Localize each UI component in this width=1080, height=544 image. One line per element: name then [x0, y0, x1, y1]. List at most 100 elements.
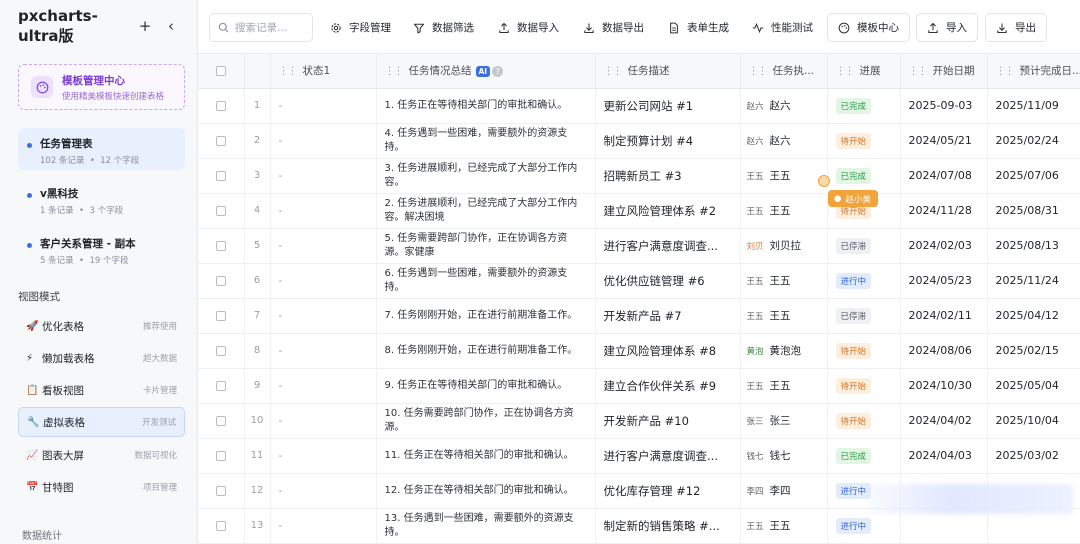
summary-cell[interactable]: 3. 任务进展顺利，已经完成了大部分工作内容。: [376, 158, 596, 194]
row-select-cell[interactable]: [198, 473, 245, 509]
row-checkbox[interactable]: [215, 205, 226, 216]
column-header-due[interactable]: ⋮⋮ 预计完成日...: [987, 54, 1080, 89]
owner-cell[interactable]: 王五 王五: [740, 158, 828, 194]
summary-cell[interactable]: 8. 任务刚刚开始，正在进行前期准备工作。: [376, 333, 596, 369]
start-date-cell[interactable]: 2025-09-03: [900, 88, 988, 124]
column-header-owner[interactable]: ⋮⋮ 任务执...: [740, 54, 828, 89]
drag-handle-icon[interactable]: ⋮⋮: [996, 66, 1015, 77]
due-date-cell[interactable]: 2025/05/04: [987, 368, 1080, 404]
due-date-cell[interactable]: 2025/10/04: [987, 403, 1080, 439]
table-row[interactable]: 5-5. 任务需要跨部门协作，正在协调各方资源。家健康 进行客户满意度调查... 刘…: [198, 228, 1080, 264]
row-checkbox[interactable]: [215, 275, 226, 286]
data-export-button[interactable]: 数据导出: [577, 13, 650, 42]
due-date-cell[interactable]: 2025/02/15: [987, 333, 1080, 369]
owner-cell[interactable]: 赵六 赵六: [740, 123, 828, 159]
table-row[interactable]: 9-9. 任务正在等待相关部门的审批和确认。 建立合作伙伴关系 #9 王五 王五 待开始…: [198, 368, 1080, 404]
row-select-cell[interactable]: [198, 298, 245, 334]
owner-cell[interactable]: 王五 王五: [740, 263, 828, 299]
status-cell[interactable]: -: [270, 438, 377, 474]
summary-cell[interactable]: 2. 任务进展顺利，已经完成了大部分工作内容。解决困境: [376, 193, 596, 229]
owner-cell[interactable]: 黄泡 黄泡泡: [740, 333, 828, 369]
owner-cell[interactable]: 王五 王五: [740, 508, 828, 544]
status-cell[interactable]: -: [270, 473, 377, 509]
status-cell[interactable]: -: [270, 368, 377, 404]
start-date-cell[interactable]: 2024/04/03: [900, 438, 988, 474]
start-date-cell[interactable]: 2024/05/23: [900, 263, 988, 299]
sidebar-table-crm-copy[interactable]: 客户关系管理 - 副本 5 条记录 • 19 个字段: [18, 228, 185, 270]
row-checkbox[interactable]: [215, 415, 226, 426]
owner-cell[interactable]: 钱七 钱七: [740, 438, 828, 474]
row-checkbox[interactable]: [215, 485, 226, 496]
import-button[interactable]: 导入: [916, 13, 978, 42]
field-management-button[interactable]: 字段管理: [324, 13, 397, 42]
desc-cell[interactable]: 制定预算计划 #4: [595, 123, 741, 159]
desc-cell[interactable]: 开发新产品 #7: [595, 298, 741, 334]
sidebar-table-black-tech[interactable]: v黑科技 1 条记录 • 3 个字段: [18, 178, 185, 220]
due-date-cell[interactable]: 2025/04/12: [987, 298, 1080, 334]
help-icon[interactable]: ?: [492, 65, 504, 77]
status-cell[interactable]: -: [270, 508, 377, 544]
status-cell[interactable]: -: [270, 158, 377, 194]
progress-cell[interactable]: 已完成: [827, 158, 901, 194]
row-checkbox[interactable]: [215, 170, 226, 181]
column-header-progress[interactable]: ⋮⋮ 进展: [827, 54, 901, 89]
summary-cell[interactable]: 9. 任务正在等待相关部门的审批和确认。: [376, 368, 596, 404]
search-box[interactable]: [209, 13, 313, 42]
start-date-cell[interactable]: 2024/02/03: [900, 228, 988, 264]
row-checkbox[interactable]: [215, 240, 226, 251]
status-cell[interactable]: -: [270, 298, 377, 334]
progress-cell[interactable]: 进行中: [827, 263, 901, 299]
drag-handle-icon[interactable]: ⋮⋮: [279, 66, 298, 77]
start-date-cell[interactable]: 2024/05/21: [900, 123, 988, 159]
drag-handle-icon[interactable]: ⋮⋮: [749, 66, 768, 77]
desc-cell[interactable]: 招聘新员工 #3: [595, 158, 741, 194]
owner-cell[interactable]: 王五 王五: [740, 298, 828, 334]
status-cell[interactable]: -: [270, 88, 377, 124]
status-cell[interactable]: -: [270, 123, 377, 159]
desc-cell[interactable]: 优化供应链管理 #6: [595, 263, 741, 299]
summary-cell[interactable]: 1. 任务正在等待相关部门的审批和确认。: [376, 88, 596, 124]
table-row[interactable]: 11-11. 任务正在等待相关部门的审批和确认。 进行客户满意度调查... 钱七 钱七…: [198, 438, 1080, 474]
desc-cell[interactable]: 建立合作伙伴关系 #9: [595, 368, 741, 404]
column-header-summary[interactable]: ⋮⋮ 任务情况总结 AI?: [376, 54, 596, 89]
table-row[interactable]: 6-6. 任务遇到一些困难，需要额外的资源支持。 优化供应链管理 #6 王五 王五 进行…: [198, 263, 1080, 299]
summary-cell[interactable]: 6. 任务遇到一些困难，需要额外的资源支持。: [376, 263, 596, 299]
table-row[interactable]: 7-7. 任务刚刚开始，正在进行前期准备工作。 开发新产品 #7 王五 王五 已停滞 20…: [198, 298, 1080, 334]
row-select-cell[interactable]: [198, 228, 245, 264]
row-select-cell[interactable]: [198, 123, 245, 159]
desc-cell[interactable]: 进行客户满意度调查...: [595, 228, 741, 264]
due-date-cell[interactable]: 2025/11/24: [987, 263, 1080, 299]
row-select-cell[interactable]: [198, 263, 245, 299]
view-lazy-table[interactable]: ⚡ 懒加载表格 超大数据: [18, 343, 185, 373]
view-optimized-table[interactable]: 🚀 优化表格 推荐使用: [18, 311, 185, 341]
progress-cell[interactable]: 待开始: [827, 123, 901, 159]
table-row[interactable]: 8-8. 任务刚刚开始，正在进行前期准备工作。 建立风险管理体系 #8 黄泡 黄泡泡待…: [198, 333, 1080, 369]
owner-cell[interactable]: 王五 王五: [740, 368, 828, 404]
owner-cell[interactable]: 王五 王五: [740, 193, 828, 229]
due-date-cell[interactable]: 2025/08/31: [987, 193, 1080, 229]
desc-cell[interactable]: 建立风险管理体系 #2: [595, 193, 741, 229]
start-date-cell[interactable]: 2024/04/02: [900, 403, 988, 439]
owner-cell[interactable]: 张三 张三: [740, 403, 828, 439]
desc-cell[interactable]: 进行客户满意度调查...: [595, 438, 741, 474]
desc-cell[interactable]: 优化库存管理 #12: [595, 473, 741, 509]
owner-cell[interactable]: 赵六 赵六: [740, 88, 828, 124]
export-button[interactable]: 导出: [985, 13, 1047, 42]
template-center-button[interactable]: 模板中心: [827, 13, 910, 42]
summary-cell[interactable]: 4. 任务遇到一些困难，需要额外的资源支持。: [376, 123, 596, 159]
row-select-cell[interactable]: [198, 438, 245, 474]
column-header-start[interactable]: ⋮⋮ 开始日期: [900, 54, 988, 89]
row-checkbox[interactable]: [215, 450, 226, 461]
summary-cell[interactable]: 5. 任务需要跨部门协作，正在协调各方资源。家健康: [376, 228, 596, 264]
row-checkbox[interactable]: [215, 520, 226, 531]
summary-cell[interactable]: 11. 任务正在等待相关部门的审批和确认。: [376, 438, 596, 474]
start-date-cell[interactable]: 2024/10/30: [900, 368, 988, 404]
progress-cell[interactable]: 待开始: [827, 333, 901, 369]
summary-cell[interactable]: 12. 任务正在等待相关部门的审批和确认。: [376, 473, 596, 509]
table-row[interactable]: 2-4. 任务遇到一些困难，需要额外的资源支持。 制定预算计划 #4 赵六 赵六 待开始…: [198, 123, 1080, 159]
table-row[interactable]: 4-2. 任务进展顺利，已经完成了大部分工作内容。解决困境 建立风险管理体系 #2…: [198, 193, 1080, 229]
status-cell[interactable]: -: [270, 228, 377, 264]
view-virtual-table[interactable]: 🔧 虚拟表格 开发测试: [18, 407, 185, 437]
row-checkbox[interactable]: [215, 345, 226, 356]
summary-cell[interactable]: 7. 任务刚刚开始，正在进行前期准备工作。: [376, 298, 596, 334]
